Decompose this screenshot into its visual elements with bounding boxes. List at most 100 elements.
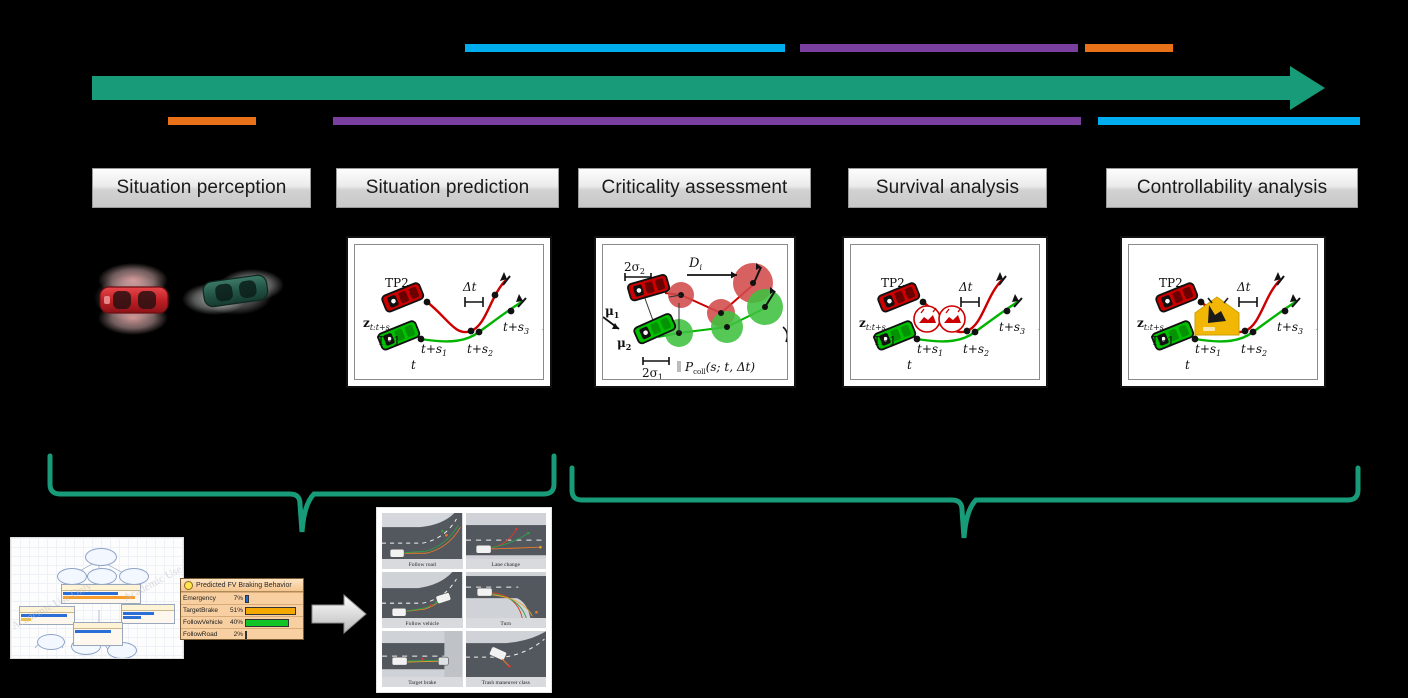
behaviour-name: Emergency <box>183 595 216 602</box>
widget-title-bar: Predicted FV Braking Behavior <box>181 579 303 592</box>
behaviour-bar-fill <box>245 630 248 639</box>
bar-orange-top <box>1085 44 1173 52</box>
bn-node <box>37 634 65 650</box>
stage-label-controllability-analysis: Controllability analysis <box>1136 177 1328 198</box>
maneuver-class-grid: Follow road Lane change Follow vehicle T… <box>376 507 552 693</box>
scene-turn <box>465 572 546 619</box>
label-ts2-controllability: t+s2 <box>1241 342 1267 358</box>
label-2sigma1: 2σ1 <box>642 366 663 380</box>
label-ts1-survival: t+s1 <box>917 342 943 358</box>
label-delta-t-controllability: Δt <box>1236 280 1251 294</box>
maneuver-caption: Follow road <box>408 562 436 568</box>
panel-inner-criticality: Di 2σ2 2σ1 μ1 μ2 Pcoll(s; t, Δt) <box>602 244 788 380</box>
label-ts3-prediction: t+s3 <box>503 320 529 336</box>
scene-lane-change <box>465 513 546 560</box>
behaviour-percent: 51% <box>229 607 243 614</box>
bar-orange-bottom <box>168 117 256 125</box>
scene-follow-vehicle <box>382 572 463 619</box>
label-ts2-survival: t+s2 <box>963 342 989 358</box>
panel-inner-survival: TP2 TP1 zt:t+s t t+s1 t+s2 t+s3 Δt <box>850 244 1040 380</box>
behaviour-percent: 40% <box>229 619 243 626</box>
behaviour-row: Emergency 7% <box>181 592 303 604</box>
panel-criticality-assessment: Di 2σ2 2σ1 μ1 μ2 Pcoll(s; t, Δt) <box>594 236 796 388</box>
stage-box-survival-analysis[interactable]: Survival analysis <box>848 168 1047 208</box>
label-ts1-controllability: t+s1 <box>1195 342 1221 358</box>
maneuver-caption: Lane change <box>491 562 520 568</box>
maneuver-cell-target-brake[interactable]: Target brake <box>382 631 463 687</box>
bn-cpt-table <box>73 622 123 646</box>
label-z-controllability: zt:t+s <box>1137 316 1164 332</box>
survival-trajectory-figure: TP2 TP1 zt:t+s t t+s1 t+s2 t+s3 Δt <box>859 272 1039 372</box>
maneuver-cell-turn[interactable]: Turn <box>465 572 546 628</box>
label-2sigma2: 2σ2 <box>624 260 645 276</box>
behaviour-name: FollowVehicle <box>183 619 223 626</box>
label-ts3-controllability: t+s3 <box>1277 320 1303 336</box>
panel-inner-controllability: TP2 TP1 zt:t+s t t+s1 t+s2 t+s3 Δt <box>1128 244 1318 380</box>
label-tp1-prediction: TP1 <box>377 334 401 348</box>
prediction-trajectory-figure: TP2 TP1 zt:t+s t t+s1 t+s2 t+s3 Δt <box>363 272 543 372</box>
stage-box-situation-perception[interactable]: Situation perception <box>92 168 311 208</box>
stage-label-situation-prediction: Situation prediction <box>365 177 530 198</box>
label-mu1: μ1 <box>605 304 619 320</box>
bar-blue-bottom <box>1098 117 1360 125</box>
scene-trash-maneuver <box>465 631 546 678</box>
label-tp1-controllability: TP1 <box>1151 334 1175 348</box>
label-t-controllability: t <box>1185 358 1190 372</box>
behaviour-percent: 2% <box>233 631 243 638</box>
behaviour-bar-track <box>245 630 303 639</box>
predicted-behaviour-widget[interactable]: Predicted FV Braking Behavior Emergency … <box>180 578 304 640</box>
label-pcoll: Pcoll(s; t, Δt) <box>684 360 755 376</box>
brace-right <box>569 465 1361 539</box>
panel-inner-prediction: TP2 TP1 zt:t+s t t+s1 t+s2 t+s3 Δt <box>354 244 544 380</box>
panel-controllability-analysis: TP2 TP1 zt:t+s t t+s1 t+s2 t+s3 Δt <box>1120 236 1326 388</box>
bn-node <box>87 568 117 585</box>
transition-arrow <box>311 593 367 635</box>
maneuver-caption: Trash maneuver class <box>481 680 530 686</box>
behaviour-bar-track <box>245 618 303 627</box>
ego-vehicle <box>99 286 169 314</box>
bayesian-network-figure: Academic Use Only Academic Use Only <box>10 537 184 659</box>
label-z-survival: zt:t+s <box>859 316 886 332</box>
behaviour-row: TargetBrake 51% <box>181 604 303 616</box>
stage-label-criticality-assessment: Criticality assessment <box>601 177 788 198</box>
widget-title-text: Predicted FV Braking Behavior <box>196 581 292 589</box>
label-ts1-prediction: t+s1 <box>421 342 447 358</box>
label-t-survival: t <box>907 358 912 372</box>
label-delta-t-prediction: Δt <box>462 280 477 294</box>
behaviour-percent: 7% <box>233 595 243 602</box>
bar-purple-bottom <box>333 117 1081 125</box>
behaviour-row: FollowRoad 2% <box>181 628 303 640</box>
maneuver-caption: Target brake <box>408 680 437 686</box>
stage-label-situation-perception: Situation perception <box>116 177 287 198</box>
behaviour-bar-fill <box>245 594 250 603</box>
label-z-prediction: zt:t+s <box>363 316 390 332</box>
maneuver-caption: Turn <box>500 621 512 627</box>
behaviour-bar-fill <box>245 606 297 615</box>
label-ts2-prediction: t+s2 <box>467 342 493 358</box>
behaviour-name: TargetBrake <box>183 607 219 614</box>
label-tp2-prediction: TP2 <box>385 276 409 290</box>
grouping-braces <box>47 453 1361 539</box>
panel-situation-prediction: TP2 TP1 zt:t+s t t+s1 t+s2 t+s3 Δt <box>346 236 552 388</box>
label-ts3-survival: t+s3 <box>999 320 1025 336</box>
status-dot-icon <box>184 580 193 590</box>
perception-scene <box>94 263 284 335</box>
scene-target-brake <box>382 631 463 678</box>
label-tp2-controllability: TP2 <box>1159 276 1183 290</box>
controllability-trajectory-figure: TP2 TP1 zt:t+s t t+s1 t+s2 t+s3 Δt <box>1137 272 1317 372</box>
stage-box-criticality-assessment[interactable]: Criticality assessment <box>578 168 811 208</box>
maneuver-cell-lane-change[interactable]: Lane change <box>465 513 546 569</box>
bn-cpt-table <box>121 604 175 624</box>
maneuver-cell-trash-maneuver[interactable]: Trash maneuver class <box>465 631 546 687</box>
stage-box-controllability-analysis[interactable]: Controllability analysis <box>1106 168 1358 208</box>
panel-survival-analysis: TP2 TP1 zt:t+s t t+s1 t+s2 t+s3 Δt <box>842 236 1048 388</box>
behaviour-bar-track <box>245 594 303 603</box>
label-di: Di <box>688 256 702 272</box>
maneuver-cell-follow-road[interactable]: Follow road <box>382 513 463 569</box>
label-tp2-survival: TP2 <box>881 276 905 290</box>
stage-box-situation-prediction[interactable]: Situation prediction <box>336 168 559 208</box>
collision-event-icon-2 <box>938 305 966 333</box>
maneuver-cell-follow-vehicle[interactable]: Follow vehicle <box>382 572 463 628</box>
behaviour-bar-fill <box>245 618 290 627</box>
bar-blue-top <box>465 44 785 52</box>
